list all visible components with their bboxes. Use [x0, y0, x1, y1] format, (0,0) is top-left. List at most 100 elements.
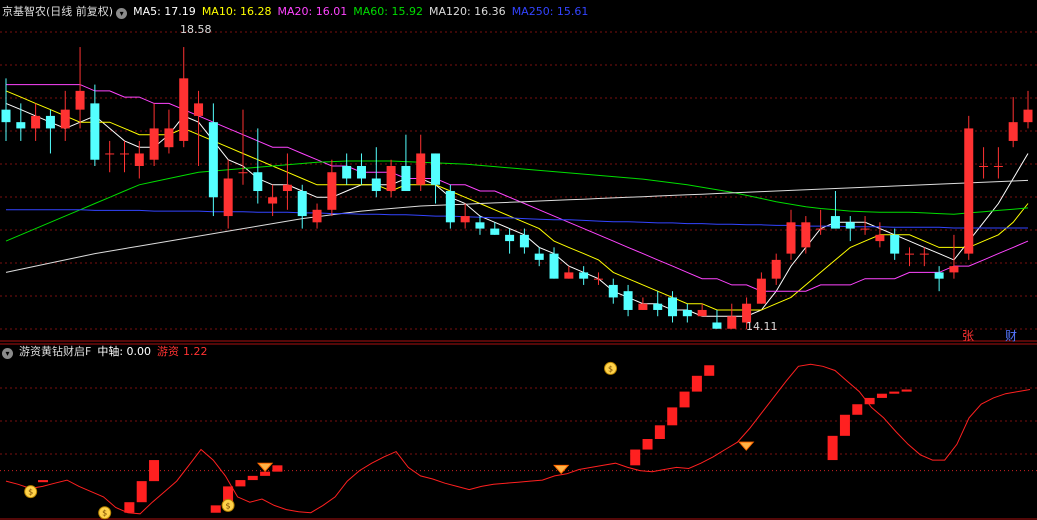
- candle-body: [697, 309, 707, 317]
- indicator-bar: [876, 393, 887, 398]
- indicator-bar: [667, 407, 678, 426]
- candle-body: [119, 153, 129, 155]
- candle-body: [149, 128, 159, 160]
- ma10-value: MA10: 16.28: [201, 5, 272, 18]
- candle-body: [238, 172, 248, 174]
- low-price-label: 14.11: [746, 320, 778, 333]
- candle-body: [771, 259, 781, 279]
- candle-body: [445, 191, 455, 223]
- cai-label[interactable]: 财: [1005, 329, 1017, 343]
- candle-body: [401, 165, 411, 192]
- settings-icon[interactable]: ▾: [2, 348, 13, 359]
- candle-body: [475, 222, 485, 229]
- candle-body: [653, 303, 663, 310]
- candle-body: [342, 165, 352, 179]
- indicator-bar: [691, 375, 702, 392]
- ma-line-ma20: [6, 84, 1029, 292]
- indicator-bar: [827, 435, 838, 461]
- candle-body: [890, 234, 900, 254]
- candle-body: [1, 109, 11, 123]
- candle-body: [505, 234, 515, 242]
- ma-line-ma60: [5, 160, 1029, 242]
- candle-body: [105, 153, 115, 155]
- candle-body: [45, 115, 55, 129]
- indicator-bar: [38, 480, 49, 483]
- ma250-value: MA250: 15.61: [511, 5, 589, 18]
- indicator-bar: [839, 414, 850, 436]
- candle-body: [356, 165, 366, 179]
- ma60-value: MA60: 15.92: [353, 5, 423, 18]
- ma-lines: [5, 84, 1029, 317]
- candle-body: [593, 278, 603, 280]
- indicator-panel: $ $ $ $: [0, 361, 1037, 520]
- candle-body: [875, 234, 885, 242]
- money-bag-glyph: $: [608, 364, 613, 373]
- money-bag-icon: $: [98, 506, 112, 520]
- indicator-bar: [864, 397, 875, 405]
- settings-icon[interactable]: ▾: [116, 8, 128, 19]
- candle-body: [371, 178, 381, 192]
- candle-body: [490, 228, 500, 235]
- ma5-value: MA5: 17.19: [133, 5, 196, 18]
- candle-body: [756, 278, 766, 304]
- candle-body: [253, 172, 263, 192]
- ma120-value: MA120: 16.36: [428, 5, 506, 18]
- diamond-icon: [256, 462, 274, 472]
- candle-body: [712, 322, 722, 329]
- mid-axis-value: 中轴: 0.00: [97, 345, 152, 358]
- candle-body: [979, 165, 989, 167]
- indicator-bar: [260, 471, 271, 476]
- indicator-bar: [235, 480, 246, 487]
- indicator-bar: [889, 391, 900, 394]
- money-bag-glyph: $: [28, 488, 33, 497]
- ma20-value: MA20: 16.01: [277, 5, 348, 18]
- indicator-line: [5, 363, 1031, 515]
- candle-body: [934, 272, 944, 279]
- indicator-bar: [901, 389, 912, 392]
- indicator-bar: [210, 505, 221, 513]
- sub-header: ▾ 游资黄钻财启F 中轴: 0.00 游资 1.22: [2, 345, 214, 359]
- candle-body: [623, 291, 633, 310]
- stock-name: 京基智农(日线 前复权): [2, 5, 114, 18]
- diamond-icon: [553, 464, 570, 475]
- candles: [1, 47, 1033, 329]
- candle-body: [416, 153, 426, 185]
- zhang-label[interactable]: 张: [962, 329, 974, 343]
- indicator-bar: [136, 481, 147, 503]
- candle-body: [993, 165, 1003, 167]
- indicator-bar: [272, 465, 283, 472]
- candle-body: [949, 266, 959, 273]
- candle-body: [682, 309, 692, 317]
- candle-body: [386, 165, 396, 192]
- candle-body: [860, 228, 870, 230]
- candle-body: [564, 272, 574, 279]
- candle-body: [134, 153, 144, 166]
- candle-body: [31, 115, 41, 129]
- candle-body: [534, 253, 544, 260]
- candle-body: [75, 90, 85, 110]
- candle-body: [297, 191, 307, 217]
- ma-line-ma5: [5, 102, 1029, 317]
- candle-body: [327, 172, 337, 210]
- candle-body: [579, 272, 589, 279]
- candle-body: [208, 122, 218, 198]
- candle-body: [312, 209, 322, 223]
- candle-body: [964, 128, 974, 254]
- indicator-name: 游资黄钻财启F: [19, 345, 92, 358]
- candle-body: [519, 234, 529, 248]
- hot-money-label: 游资: [157, 345, 180, 358]
- money-bag-glyph: $: [102, 509, 107, 518]
- candle-body: [919, 253, 929, 255]
- hot-money-value: 1.22: [183, 345, 208, 358]
- stock-chart: $ $ $ $ 18.58 14.11 张 财: [0, 23, 1037, 520]
- grid-lines: [0, 31, 1037, 520]
- candle-body: [431, 153, 441, 185]
- indicator-bar: [654, 425, 665, 439]
- money-bag-icon: $: [24, 485, 38, 499]
- candle-body: [194, 103, 204, 116]
- indicator-bar: [630, 449, 641, 466]
- candle-body: [786, 222, 796, 254]
- indicator-bar: [642, 439, 653, 450]
- chart-markers: 18.58 14.11 张 财: [180, 23, 1017, 343]
- indicator-bar: [247, 475, 258, 481]
